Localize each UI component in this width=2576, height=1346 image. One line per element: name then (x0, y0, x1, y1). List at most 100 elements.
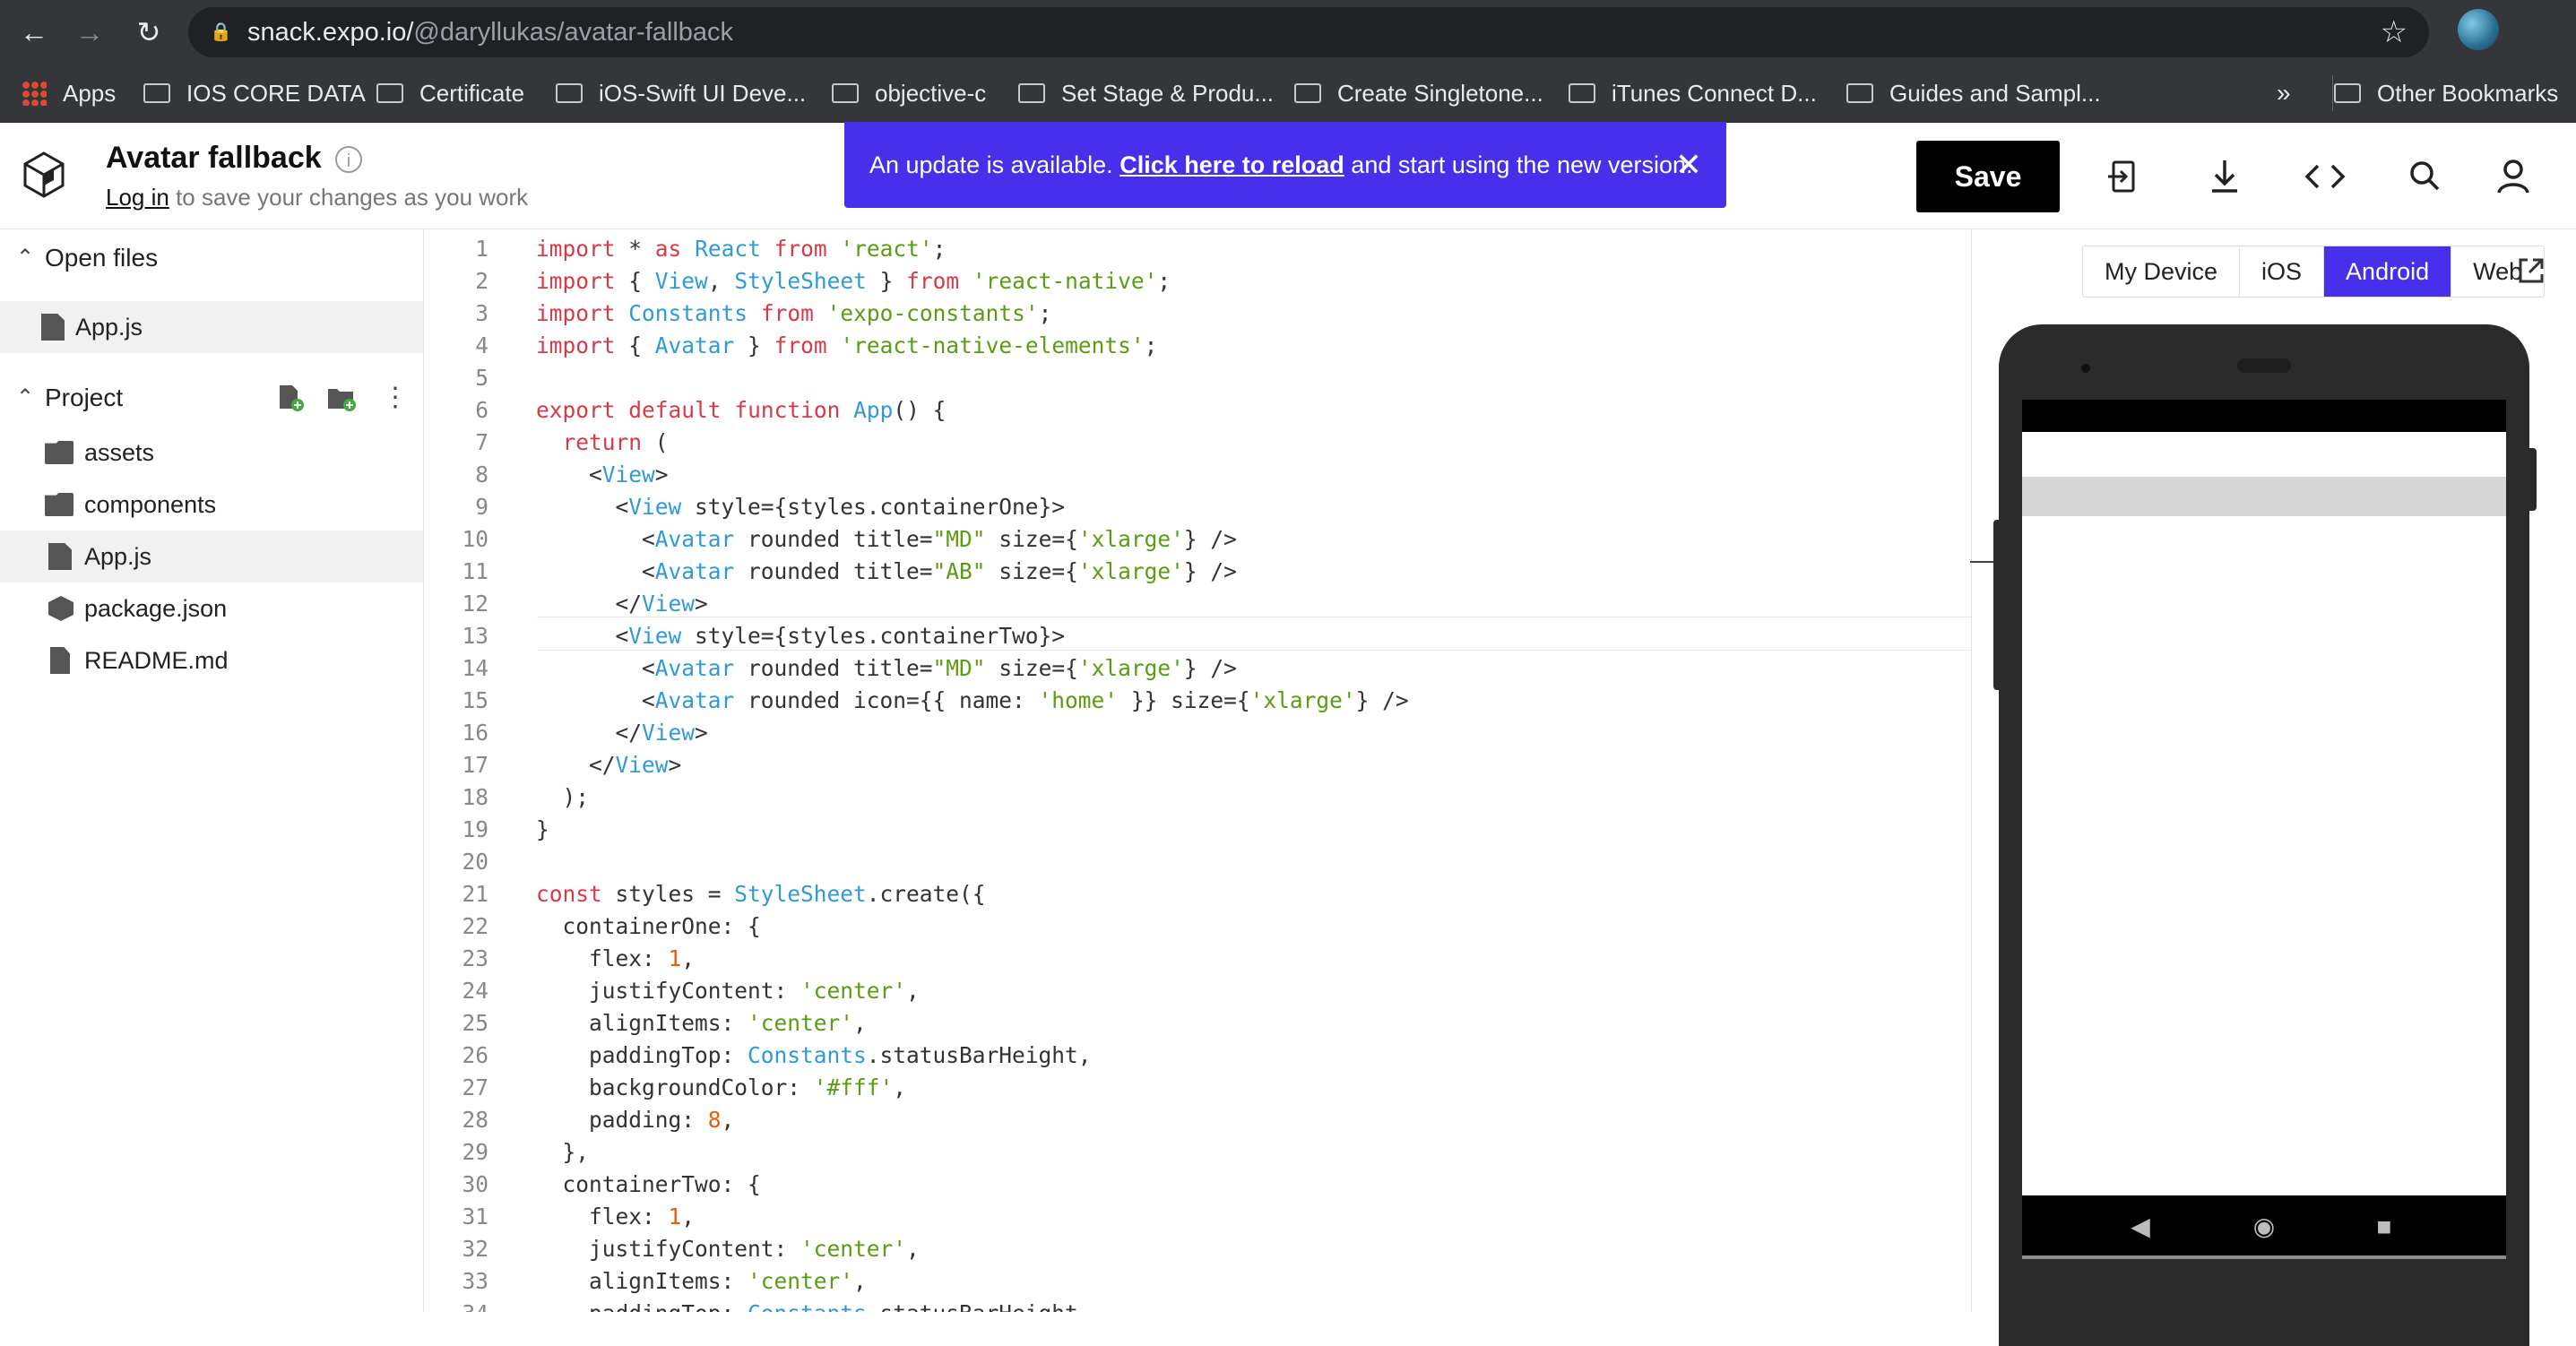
code-line[interactable]: } (536, 814, 1409, 846)
bookmark-item[interactable]: objective-c (832, 65, 986, 122)
code-line[interactable]: <Avatar rounded title="MD" size={'xlarge… (536, 523, 1409, 556)
code-line[interactable]: </View> (536, 749, 1409, 781)
other-bookmarks[interactable]: Other Bookmarks (2334, 65, 2558, 122)
line-number: 24 (462, 978, 488, 1004)
line-number: 31 (462, 1204, 488, 1230)
app-preview-area[interactable] (2022, 432, 2506, 1195)
open-files-header[interactable]: ⌃ Open files (0, 231, 423, 285)
code-line[interactable]: export default function App() { (536, 394, 1409, 427)
code-line[interactable]: containerTwo: { (536, 1169, 1409, 1201)
code-line[interactable]: <View> (536, 459, 1409, 491)
code-line[interactable]: import Constants from 'expo-constants'; (536, 298, 1409, 330)
close-icon[interactable]: ✕ (1671, 147, 1707, 183)
reload-link[interactable]: Click here to reload (1119, 151, 1344, 178)
code-line[interactable]: import { Avatar } from 'react-native-ele… (536, 330, 1409, 362)
back-arrow-icon[interactable]: ← (16, 14, 52, 50)
bookmark-item[interactable]: IOS CORE DATA (143, 65, 366, 122)
bookmarks-overflow[interactable]: » (2277, 65, 2291, 122)
line-number: 34 (424, 1298, 488, 1312)
more-icon[interactable]: ⋮ (382, 380, 409, 416)
tab-my-device[interactable]: My Device (2083, 246, 2241, 297)
info-icon[interactable]: i (335, 146, 362, 173)
code-line[interactable]: backgroundColor: '#fff', (536, 1072, 1409, 1104)
download-icon[interactable] (2203, 155, 2246, 198)
device-status-bar (2022, 400, 2506, 432)
code-text[interactable]: import * as React from 'react'; import { … (536, 233, 1409, 1312)
chevron-up-icon: ⌃ (16, 246, 35, 270)
project-header[interactable]: ⌃ Project (0, 371, 423, 425)
code-line[interactable]: </View> (536, 588, 1409, 620)
bookmark-item[interactable]: iOS-Swift UI Deve... (556, 65, 806, 122)
android-recents-icon[interactable]: ■ (2366, 1212, 2402, 1242)
android-back-icon[interactable]: ◀ (2122, 1212, 2158, 1242)
code-line[interactable]: flex: 1, (536, 943, 1409, 975)
line-number: 23 (462, 945, 488, 971)
code-line[interactable]: <Avatar rounded icon={{ name: 'home' }} … (536, 685, 1409, 717)
line-number: 25 (462, 1010, 488, 1036)
bookmark-item[interactable]: iTunes Connect D... (1569, 65, 1817, 122)
code-line[interactable]: padding: 8, (536, 1104, 1409, 1136)
star-icon[interactable]: ☆ (2381, 14, 2407, 50)
line-number: 10 (462, 526, 488, 552)
code-line[interactable]: <View style={styles.containerOne}> (536, 491, 1409, 523)
code-line[interactable]: containerOne: { (536, 910, 1409, 943)
project-item-package-json[interactable]: package.json (0, 582, 423, 634)
code-line[interactable]: return ( (536, 427, 1409, 459)
reload-icon[interactable]: ↻ (131, 14, 167, 50)
project-item-components[interactable]: components (0, 479, 423, 531)
code-line[interactable]: import { View, StyleSheet } from 'react-… (536, 265, 1409, 298)
code-line[interactable]: paddingTop: Constants.statusBarHeight, (536, 1040, 1409, 1072)
chevron-up-icon: ⌃ (16, 385, 35, 410)
code-line[interactable]: }, (536, 1136, 1409, 1169)
snack-logo-icon[interactable] (20, 150, 68, 198)
open-file-item[interactable]: App.js (0, 301, 423, 353)
bookmark-item[interactable]: Guides and Sampl... (1846, 65, 2101, 122)
save-button[interactable]: Save (1916, 141, 2060, 212)
add-folder-icon[interactable] (326, 384, 357, 412)
code-line[interactable]: import * as React from 'react'; (536, 233, 1409, 265)
line-number: 29 (462, 1139, 488, 1165)
address-bar[interactable]: 🔒 snack.expo.io/@daryllukas/avatar-fallb… (188, 7, 2429, 57)
line-number: 20 (462, 849, 488, 875)
code-line[interactable]: justifyContent: 'center', (536, 1233, 1409, 1265)
code-line[interactable] (536, 846, 1409, 878)
embed-code-icon[interactable] (2304, 155, 2347, 198)
code-line[interactable]: alignItems: 'center', (536, 1007, 1409, 1040)
project-item-app-js[interactable]: App.js (0, 531, 423, 582)
tab-ios[interactable]: iOS (2240, 246, 2325, 297)
bookmark-item[interactable]: Set Stage & Produ... (1018, 65, 1274, 122)
code-line[interactable] (536, 362, 1409, 394)
code-line[interactable]: <Avatar rounded title="AB" size={'xlarge… (536, 556, 1409, 588)
android-home-icon[interactable]: ◉ (2246, 1212, 2282, 1242)
tab-android[interactable]: Android (2324, 246, 2452, 297)
popout-icon[interactable] (2515, 255, 2547, 287)
user-icon[interactable] (2492, 155, 2535, 198)
search-icon[interactable] (2404, 155, 2447, 198)
folder-icon (1018, 83, 1045, 104)
project-item-readme[interactable]: README.md (0, 634, 423, 686)
code-line[interactable]: paddingTop: Constants.statusBarHeight, (536, 1298, 1409, 1312)
project-title[interactable]: Avatar fallback (106, 141, 322, 176)
forward-arrow-icon[interactable]: → (72, 14, 108, 50)
export-icon[interactable] (2103, 155, 2146, 198)
code-line[interactable]: const styles = StyleSheet.create({ (536, 878, 1409, 910)
code-line[interactable]: flex: 1, (536, 1201, 1409, 1233)
bookmark-item[interactable]: Create Singletone... (1294, 65, 1543, 122)
code-line[interactable]: alignItems: 'center', (536, 1265, 1409, 1298)
login-link[interactable]: Log in (106, 184, 169, 211)
bookmark-apps[interactable]: Apps (22, 65, 116, 122)
code-line[interactable]: justifyContent: 'center', (536, 975, 1409, 1007)
update-banner: An update is available. Click here to re… (844, 122, 1726, 208)
folder-icon (832, 83, 859, 104)
code-editor[interactable]: 1 2 3 4 5 6 7 8 9 10 11 12 13 14 15 16 17 18 19 20 21 22 23 24 2… (424, 229, 1970, 1312)
url-text[interactable]: snack.expo.io/@daryllukas/avatar-fallbac… (247, 7, 733, 57)
project-item-assets[interactable]: assets (0, 427, 423, 479)
profile-avatar[interactable] (2458, 9, 2499, 50)
code-line[interactable]: ); (536, 781, 1409, 814)
code-line[interactable]: </View> (536, 717, 1409, 749)
line-number: 7 (475, 429, 488, 455)
device-speaker (2237, 358, 2291, 373)
add-file-icon[interactable] (276, 384, 305, 412)
code-line[interactable]: <Avatar rounded title="MD" size={'xlarge… (536, 652, 1409, 685)
bookmark-item[interactable]: Certificate (376, 65, 524, 122)
